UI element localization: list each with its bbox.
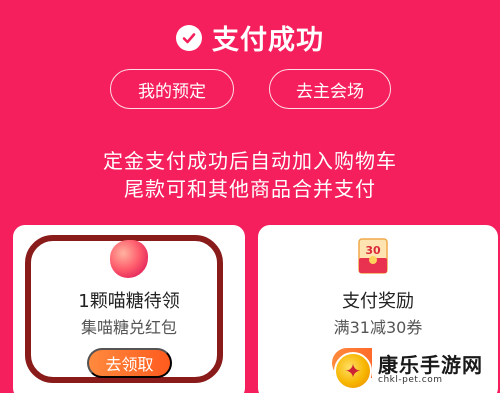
success-message-line2: 尾款可和其他商品合并支付 (124, 177, 376, 201)
candy-card-subtitle: 集喵糖兑红包 (80, 318, 177, 337)
watermark-name: 康乐手游网 (378, 353, 483, 378)
watermark: ✦ 康乐手游网 chkl-pet.com (334, 348, 500, 393)
checkmark-icon (176, 24, 202, 51)
main-venue-button[interactable]: 去主会场 (269, 69, 391, 109)
success-message-line1: 定金支付成功后自动加入购物车 (103, 149, 397, 173)
reward-card-title: 支付奖励 (342, 291, 414, 312)
reward-card-subtitle: 满31减30券 (333, 318, 423, 337)
claim-button[interactable]: 去领取 (87, 348, 172, 378)
candy-card-title: 1颗喵糖待领 (78, 291, 180, 312)
coupon-icon: 30 (358, 238, 388, 274)
my-reservation-button[interactable]: 我的预定 (110, 69, 234, 109)
header: 支付成功 (0, 18, 500, 57)
page-title: 支付成功 (212, 25, 324, 56)
watermark-logo-icon: ✦ (334, 351, 372, 390)
coupon-badge-text: 30 (365, 244, 381, 257)
watermark-url: chkl-pet.com (378, 375, 443, 386)
